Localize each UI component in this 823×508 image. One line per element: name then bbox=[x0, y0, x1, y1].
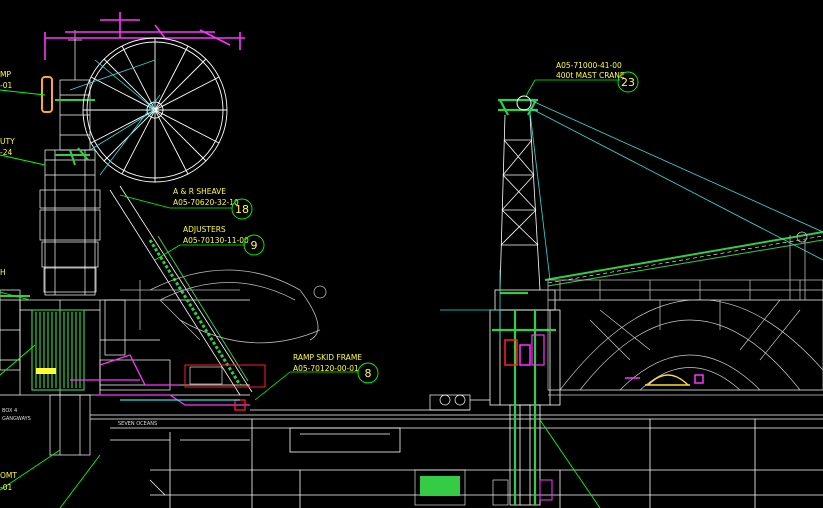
callout-9-label: ADJUSTERS bbox=[183, 225, 226, 234]
callout-23-ref: A05-71000-41-00 bbox=[556, 61, 622, 70]
deck-note-1: BOX 4 bbox=[2, 408, 17, 414]
left-label-2: -01 bbox=[0, 81, 12, 90]
left-label-4: -24 bbox=[0, 148, 12, 157]
deck-note-2: GANGWAYS bbox=[2, 416, 31, 422]
left-label-6: OMT bbox=[0, 471, 17, 480]
left-label-5: H bbox=[0, 268, 6, 277]
left-label-7: -01 bbox=[0, 483, 12, 492]
callout-23-number: 23 bbox=[621, 76, 635, 89]
callout-8-ref: A05-70120-00-01 bbox=[293, 364, 359, 373]
callout-18-number: 18 bbox=[235, 203, 249, 216]
callout-9-number: 9 bbox=[251, 239, 258, 252]
callout-18-ref: A05-70620-32-10 bbox=[173, 198, 239, 207]
cad-drawing-canvas: A05-71000-41-00 400t MAST CRANE 23 A & R… bbox=[0, 0, 823, 508]
callout-8-number: 8 bbox=[365, 367, 372, 380]
left-label-1: MP bbox=[0, 70, 11, 79]
deck-note-3: SEVEN OCEANS bbox=[118, 421, 157, 427]
callout-18-label: A & R SHEAVE bbox=[173, 187, 226, 196]
left-label-3: UTY bbox=[0, 137, 15, 146]
callout-8-label: RAMP SKID FRAME bbox=[293, 353, 362, 362]
callout-9-ref: A05-70130-11-00 bbox=[183, 236, 249, 245]
callout-23-label: 400t MAST CRANE bbox=[556, 71, 625, 80]
